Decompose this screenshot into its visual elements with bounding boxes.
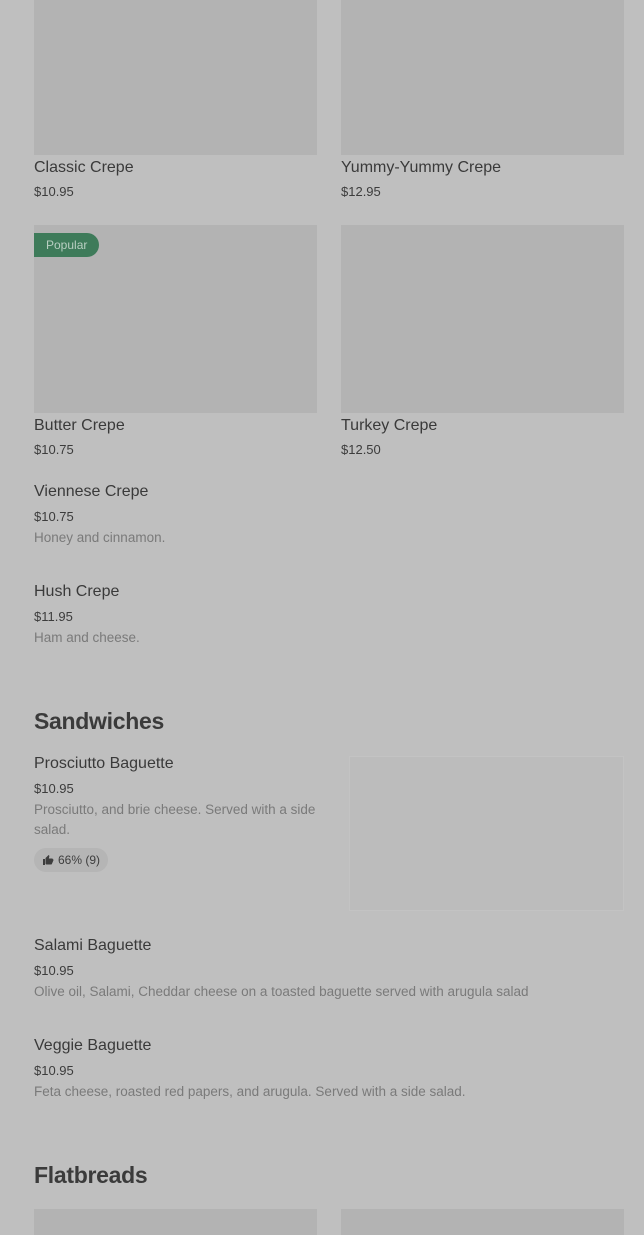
thumbs-up-icon: [43, 855, 54, 865]
item-name[interactable]: Classic Crepe: [34, 159, 134, 177]
item-price: $12.95: [341, 184, 381, 199]
item-image[interactable]: [349, 756, 624, 911]
list-item[interactable]: Veggie Baguette $10.95 Feta cheese, roas…: [34, 1037, 624, 1102]
list-item[interactable]: Hush Crepe $11.95 Ham and cheese.: [34, 583, 624, 648]
item-price: $12.50: [341, 442, 381, 457]
item-image[interactable]: [34, 1209, 317, 1235]
rating-text: 66% (9): [58, 853, 101, 867]
item-name: Veggie Baguette: [34, 1037, 152, 1054]
item-price: $10.75: [34, 509, 74, 524]
item-image[interactable]: [341, 225, 624, 413]
item-price: $10.95: [34, 1063, 74, 1078]
item-name: Hush Crepe: [34, 583, 120, 600]
item-name[interactable]: Turkey Crepe: [341, 417, 437, 435]
item-image[interactable]: [341, 0, 624, 155]
item-description: Prosciutto, and brie cheese. Served with…: [34, 802, 316, 837]
section-title-sandwiches: Sandwiches: [34, 708, 164, 734]
popular-badge: Popular: [34, 233, 100, 257]
item-description: Ham and cheese.: [34, 630, 140, 645]
item-name: Prosciutto Baguette: [34, 755, 174, 772]
rating-badge: 66% (9): [34, 848, 109, 872]
list-item[interactable]: Prosciutto Baguette $10.95 Prosciutto, a…: [34, 755, 334, 872]
section-title-flatbreads: Flatbreads: [34, 1162, 148, 1188]
item-name[interactable]: Yummy-Yummy Crepe: [341, 159, 501, 177]
item-description: Feta cheese, roasted red papers, and aru…: [34, 1084, 466, 1099]
list-item[interactable]: Salami Baguette $10.95 Olive oil, Salami…: [34, 937, 624, 1002]
item-price: $10.75: [34, 442, 74, 457]
item-description: Olive oil, Salami, Cheddar cheese on a t…: [34, 984, 529, 999]
item-name: Salami Baguette: [34, 937, 152, 954]
item-price: $11.95: [34, 609, 73, 624]
item-name[interactable]: Butter Crepe: [34, 417, 125, 435]
item-image[interactable]: [34, 0, 317, 155]
item-price: $10.95: [34, 781, 74, 796]
item-price: $10.95: [34, 963, 74, 978]
list-item[interactable]: Viennese Crepe $10.75 Honey and cinnamon…: [34, 483, 624, 548]
item-name: Viennese Crepe: [34, 483, 149, 500]
item-description: Honey and cinnamon.: [34, 530, 166, 545]
item-price: $10.95: [34, 184, 74, 199]
item-image[interactable]: [341, 1209, 624, 1235]
